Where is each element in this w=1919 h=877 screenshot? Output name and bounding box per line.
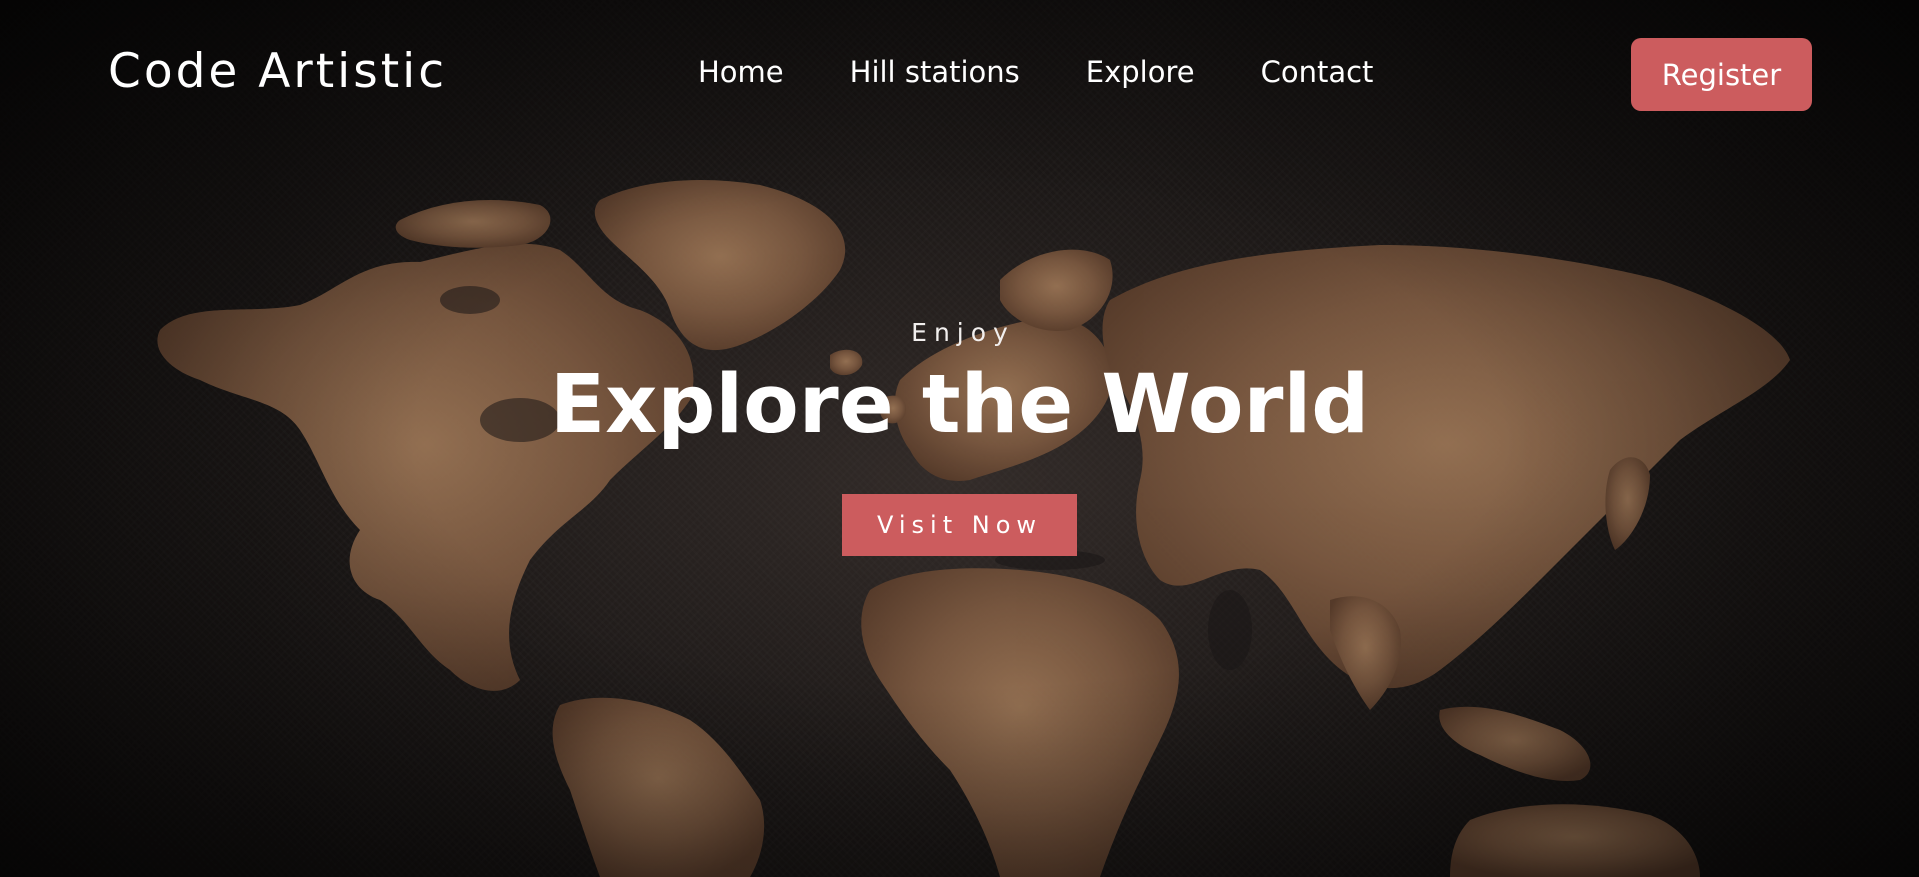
register-button[interactable]: Register (1631, 38, 1812, 111)
hero-kicker: Enjoy (911, 318, 1015, 347)
site-header: Code Artistic Home Hill stations Explore… (0, 0, 1919, 150)
hero-section: Enjoy Explore the World Visit Now (0, 318, 1919, 557)
nav-link-explore[interactable]: Explore (1086, 55, 1195, 89)
nav-link-hill-stations[interactable]: Hill stations (850, 55, 1020, 89)
main-nav: Home Hill stations Explore Contact (698, 55, 1373, 89)
brand-logo[interactable]: Code Artistic (108, 44, 447, 99)
hero-title: Explore the World (549, 358, 1370, 452)
nav-link-contact[interactable]: Contact (1261, 55, 1374, 89)
landing-page: Code Artistic Home Hill stations Explore… (0, 0, 1919, 877)
visit-now-button[interactable]: Visit Now (842, 494, 1077, 557)
nav-link-home[interactable]: Home (698, 55, 784, 89)
